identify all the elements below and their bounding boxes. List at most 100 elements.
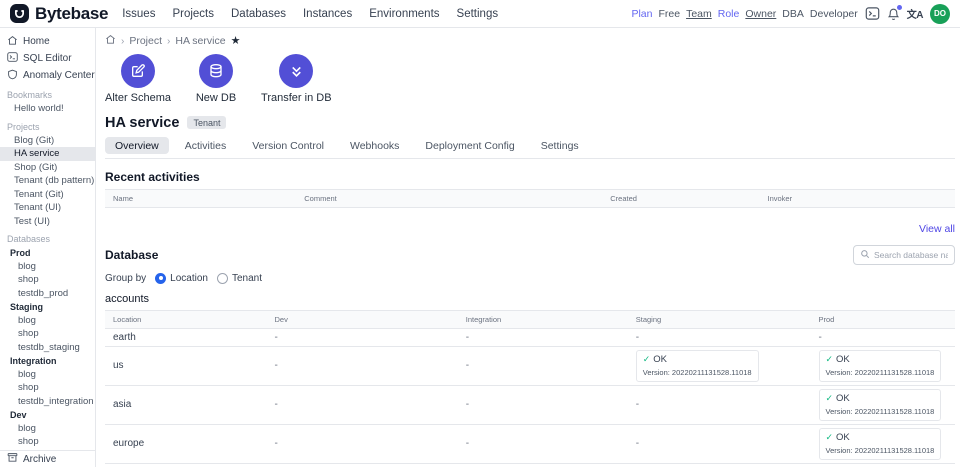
tenant-row-location: earth (105, 328, 267, 346)
double-chevron-down-icon (279, 54, 313, 88)
sidebar-item-hello-world[interactable]: Hello world! (0, 102, 95, 116)
sidebar-item-blog-git[interactable]: Blog (Git) (0, 134, 95, 148)
tenant-row-us: us--✓OKVersion: 20220211131528.11018✓OKV… (105, 346, 955, 385)
sidebar-db-group-prod: Prod (0, 246, 95, 260)
nav-meta-team[interactable]: Team (686, 8, 712, 20)
nav-link-projects[interactable]: Projects (172, 8, 214, 20)
sidebar-item-sql-editor[interactable]: SQL Editor (0, 50, 95, 67)
search-icon (860, 246, 870, 264)
nav-link-instances[interactable]: Instances (303, 8, 352, 20)
deployment-status-card[interactable]: ✓OKVersion: 20220211131528.11018 (636, 350, 759, 382)
sidebar-item-tenant-db-pattern[interactable]: Tenant (db pattern) (0, 174, 95, 188)
sidebar-db-prod-shop[interactable]: shop (0, 273, 95, 287)
group-by-option-tenant[interactable]: Tenant (217, 273, 262, 284)
view-all-row: View all (105, 219, 955, 237)
nav-link-environments[interactable]: Environments (369, 8, 439, 20)
avatar[interactable]: DO (930, 4, 950, 24)
notification-dot (897, 5, 902, 10)
tenant-row-mars: mars---✓OKVersion: 20220211131528.11018 (105, 463, 955, 467)
sidebar-db-integration-testdb-integration[interactable]: testdb_integration (0, 395, 95, 409)
tab-overview[interactable]: Overview (105, 137, 169, 154)
sidebar-item-label: SQL Editor (23, 53, 72, 64)
nav-meta-role: Role (718, 8, 740, 20)
nav-links: Issues Projects Databases Instances Environm… (122, 8, 498, 20)
tenant-row-earth: earth---- (105, 328, 955, 346)
nav-link-settings[interactable]: Settings (457, 8, 499, 20)
env-cell-staging: - (628, 463, 811, 467)
sidebar-db-dev-blog[interactable]: blog (0, 422, 95, 436)
nav-meta-plan: Plan (631, 8, 652, 20)
brand[interactable]: Bytebase (10, 4, 108, 24)
sidebar-db-group-integration: Integration (0, 354, 95, 368)
sidebar-item-tenant-git[interactable]: Tenant (Git) (0, 188, 95, 202)
terminal-icon[interactable] (865, 7, 880, 20)
env-cell-integration: - (458, 463, 628, 467)
deployment-status-card[interactable]: ✓OK Version: 20220211131528.11018 (819, 389, 942, 421)
breadcrumb-project[interactable]: Project (129, 35, 162, 47)
env-cell-integration: - (458, 385, 628, 424)
tab-settings[interactable]: Settings (531, 137, 589, 154)
status-line: ✓OK (826, 393, 935, 404)
sidebar-db-staging-blog[interactable]: blog (0, 314, 95, 328)
view-all-link[interactable]: View all (919, 223, 955, 235)
sidebar-item-tenant-ui[interactable]: Tenant (UI) (0, 201, 95, 215)
shield-icon (7, 69, 18, 83)
sidebar-db-prod-blog[interactable]: blog (0, 260, 95, 274)
nav-meta: PlanFreeTeamRoleOwnerDBADeveloper (631, 8, 857, 20)
breadcrumb-ha-service[interactable]: HA service (175, 35, 225, 47)
status-text: OK (836, 354, 850, 365)
deployment-status-card[interactable]: ✓OKVersion: 20220211131528.11018 (819, 350, 942, 382)
sidebar-item-archive[interactable]: Archive (0, 450, 95, 467)
radio-checked-icon[interactable] (155, 273, 166, 284)
version-text: Version: 20220211131528.11018 (826, 407, 935, 416)
sidebar-item-ha-service[interactable]: HA service (0, 147, 95, 161)
sidebar-db-dev-shop[interactable]: shop (0, 435, 95, 449)
tab-version-control[interactable]: Version Control (242, 137, 334, 154)
sidebar-item-test-ui[interactable]: Test (UI) (0, 215, 95, 229)
nav-meta-dba: DBA (782, 8, 804, 20)
translate-icon[interactable]: 文A (907, 6, 923, 21)
sidebar-db-staging-testdb-staging[interactable]: testdb_staging (0, 341, 95, 355)
dash-text: - (636, 399, 639, 410)
group-by-option-label: Tenant (232, 273, 262, 284)
sidebar-db-integration-blog[interactable]: blog (0, 368, 95, 382)
pencil-square-icon (121, 54, 155, 88)
deployment-status-card[interactable]: ✓OKVersion: 20220211131528.11018 (819, 428, 942, 460)
tab-webhooks[interactable]: Webhooks (340, 137, 409, 154)
dash-text: - (275, 360, 278, 371)
bell-icon[interactable] (887, 7, 900, 21)
sidebar-item-shop-git[interactable]: Shop (Git) (0, 161, 95, 175)
tenant-column-dev: Dev (267, 310, 458, 328)
sidebar-section-title-bookmarks: Bookmarks (0, 84, 95, 102)
env-cell-staging: - (628, 424, 811, 463)
top-navbar: Bytebase Issues Projects Databases Instance… (0, 0, 960, 28)
search-input[interactable] (874, 250, 948, 260)
dash-text: - (466, 360, 469, 371)
sidebar-db-integration-shop[interactable]: shop (0, 381, 95, 395)
alter-schema-button[interactable]: Alter Schema (105, 54, 171, 104)
sidebar-db-staging-shop[interactable]: shop (0, 327, 95, 341)
tab-deployment-config[interactable]: Deployment Config (415, 137, 524, 154)
sidebar-item-anomaly-center[interactable]: Anomaly Center (0, 67, 95, 84)
sidebar-item-label: Anomaly Center (23, 70, 95, 81)
nav-link-issues[interactable]: Issues (122, 8, 155, 20)
nav-link-databases[interactable]: Databases (231, 8, 286, 20)
database-search[interactable] (853, 245, 955, 265)
tenant-row-location: us (105, 346, 267, 385)
activities-column-invoker: Invoker (760, 190, 956, 208)
breadcrumb-separator: › (167, 36, 170, 47)
breadcrumb-home-icon[interactable] (105, 34, 116, 48)
nav-meta-owner[interactable]: Owner (745, 8, 776, 20)
sidebar-item-home[interactable]: Home (0, 33, 95, 50)
sidebar-db-prod-testdb-prod[interactable]: testdb_prod (0, 287, 95, 301)
radio-unchecked-icon[interactable] (217, 273, 228, 284)
tab-bar: Overview Activities Version Control Webhook… (105, 137, 955, 159)
sidebar-sections: BookmarksHello world!ProjectsBlog (Git)H… (0, 84, 95, 449)
nav-meta-free: Free (658, 8, 680, 20)
star-icon[interactable]: ★ (231, 36, 241, 47)
transfer-in-db-button[interactable]: Transfer in DB (261, 54, 332, 104)
group-by-option-location[interactable]: Location (155, 273, 208, 284)
new-db-button[interactable]: New DB (189, 54, 243, 104)
recent-activities-table: NameCommentCreatedInvoker (105, 189, 955, 216)
tab-activities[interactable]: Activities (175, 137, 236, 154)
